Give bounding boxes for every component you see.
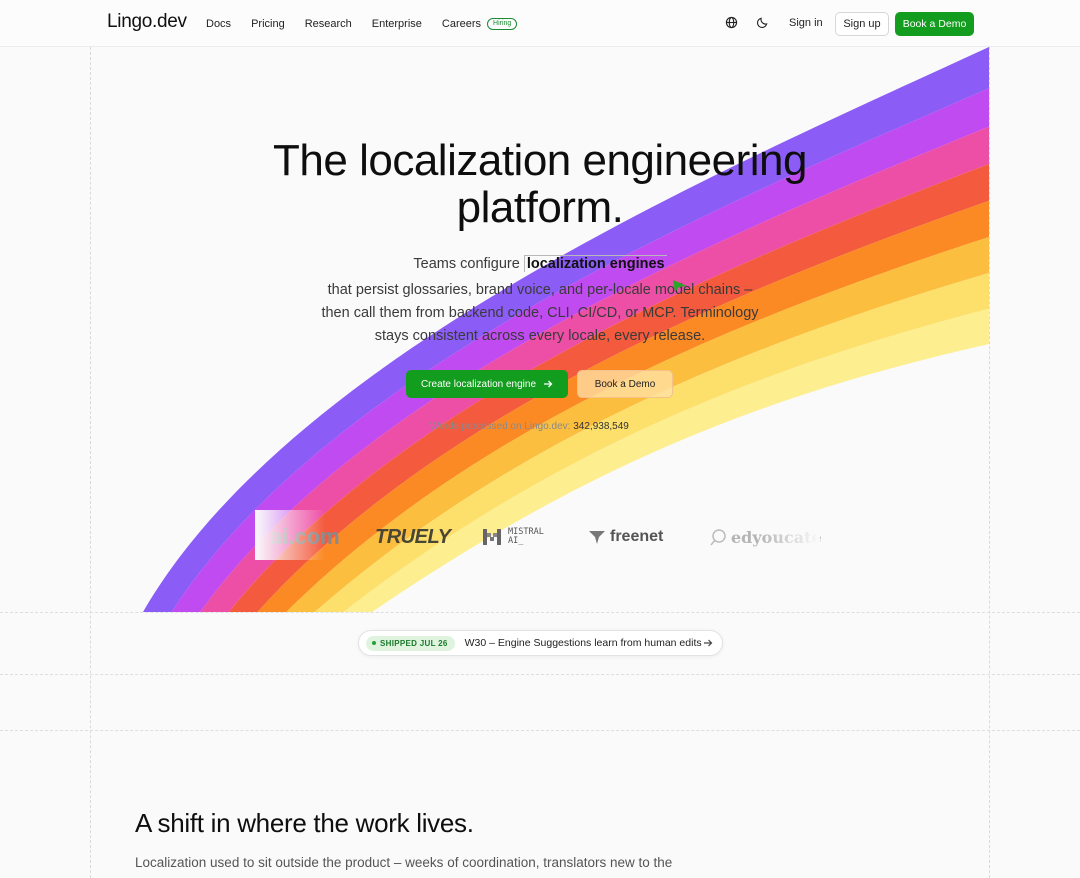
- arrow-right-icon: [544, 380, 553, 388]
- logo-freenet: freenet: [588, 519, 663, 555]
- section-body: Localization used to sit outside the pro…: [135, 855, 673, 878]
- logo-truely: TRUELY: [375, 525, 451, 548]
- main-nav: Docs Pricing Research Enterprise Careers…: [206, 0, 518, 47]
- logos-fade-right: [760, 510, 820, 560]
- words-counter-value: 342,938,549: [573, 421, 629, 432]
- moon-icon[interactable]: [756, 16, 770, 30]
- rainbow-band: [343, 308, 989, 612]
- words-counter-label: Words processed on Lingo.dev:: [430, 421, 571, 432]
- hero-subtitle-line-4: stays consistent across every locale, ev…: [374, 328, 706, 344]
- words-counter: Words processed on Lingo.dev: 342,938,54…: [430, 421, 629, 432]
- nav-research-label: Research: [304, 17, 352, 30]
- logo-mistral: MISTRAL AI_: [482, 519, 544, 555]
- create-engine-button[interactable]: Create localization engine: [406, 370, 568, 398]
- arrow-right-icon: [704, 639, 713, 647]
- cursor-pointer-icon: [673, 280, 687, 292]
- frame-line-2: [0, 674, 1080, 675]
- nav-careers[interactable]: Careers Hiring: [441, 17, 518, 30]
- logo-freenet-word: freenet: [610, 528, 664, 545]
- hero-subtitle-line-1: Teams configure localization engines: [0, 253, 1080, 276]
- hero-title: The localization engineering platform.: [0, 137, 1080, 231]
- announcement-pill[interactable]: SHIPPED JUL 26 W30 – Engine Suggestions …: [358, 630, 723, 656]
- frame-line-3: [0, 730, 1080, 731]
- nav-research[interactable]: Research: [305, 18, 352, 30]
- hero-sub-highlight: localization engines: [523, 255, 667, 272]
- shipped-badge-label: SHIPPED JUL 26: [380, 638, 448, 648]
- sign-up-button[interactable]: Sign up: [835, 12, 889, 36]
- frame-line-1: [0, 612, 1080, 613]
- book-demo-button-header[interactable]: Book a Demo: [895, 12, 974, 36]
- freenet-mark-icon: [589, 531, 605, 544]
- create-engine-label: Create localization engine: [420, 378, 537, 390]
- status-dot: [372, 641, 376, 645]
- nav-enterprise[interactable]: Enterprise: [372, 18, 422, 30]
- brand-logo[interactable]: Lingo.dev: [107, 11, 187, 33]
- hero-subtitle-line-2: that persist glossaries, brand voice, an…: [327, 282, 753, 298]
- logo-mistral-ai: AI_: [508, 536, 524, 546]
- hiring-badge: Hiring: [487, 17, 518, 30]
- mistral-mark-icon: [483, 529, 501, 545]
- section-title: A shift in where the work lives.: [135, 808, 474, 838]
- announcement-text: W30 – Engine Suggestions learn from huma…: [464, 637, 702, 649]
- hero-sub-prefix: Teams configure: [413, 256, 520, 272]
- top-navbar: Lingo.dev Docs Pricing Research Enterpri…: [0, 0, 1080, 47]
- edyoucate-mark-icon: [710, 529, 726, 546]
- rainbow-ribbon: [143, 47, 989, 612]
- sign-in-link[interactable]: Sign in: [789, 17, 823, 29]
- book-demo-button-hero[interactable]: Book a Demo: [577, 370, 673, 398]
- hero-title-line-1: The localization engineering: [273, 136, 807, 185]
- nav-docs-label: Docs: [206, 17, 232, 30]
- nav-pricing[interactable]: Pricing: [251, 18, 285, 30]
- nav-pricing-label: Pricing: [251, 17, 285, 30]
- nav-careers-label: Careers: [441, 17, 482, 30]
- hero-subtitle-line-3: then call them from backend code, CLI, C…: [321, 305, 759, 321]
- customer-logos: ai.com TRUELY MISTRAL AI_ freenet edyouc…: [0, 519, 1080, 555]
- globe-icon[interactable]: [725, 16, 739, 30]
- logos-fade-left: [255, 510, 325, 560]
- nav-docs[interactable]: Docs: [206, 18, 231, 30]
- nav-enterprise-label: Enterprise: [371, 17, 422, 30]
- hero-title-line-2: platform.: [456, 183, 624, 232]
- shipped-badge: SHIPPED JUL 26: [366, 635, 455, 651]
